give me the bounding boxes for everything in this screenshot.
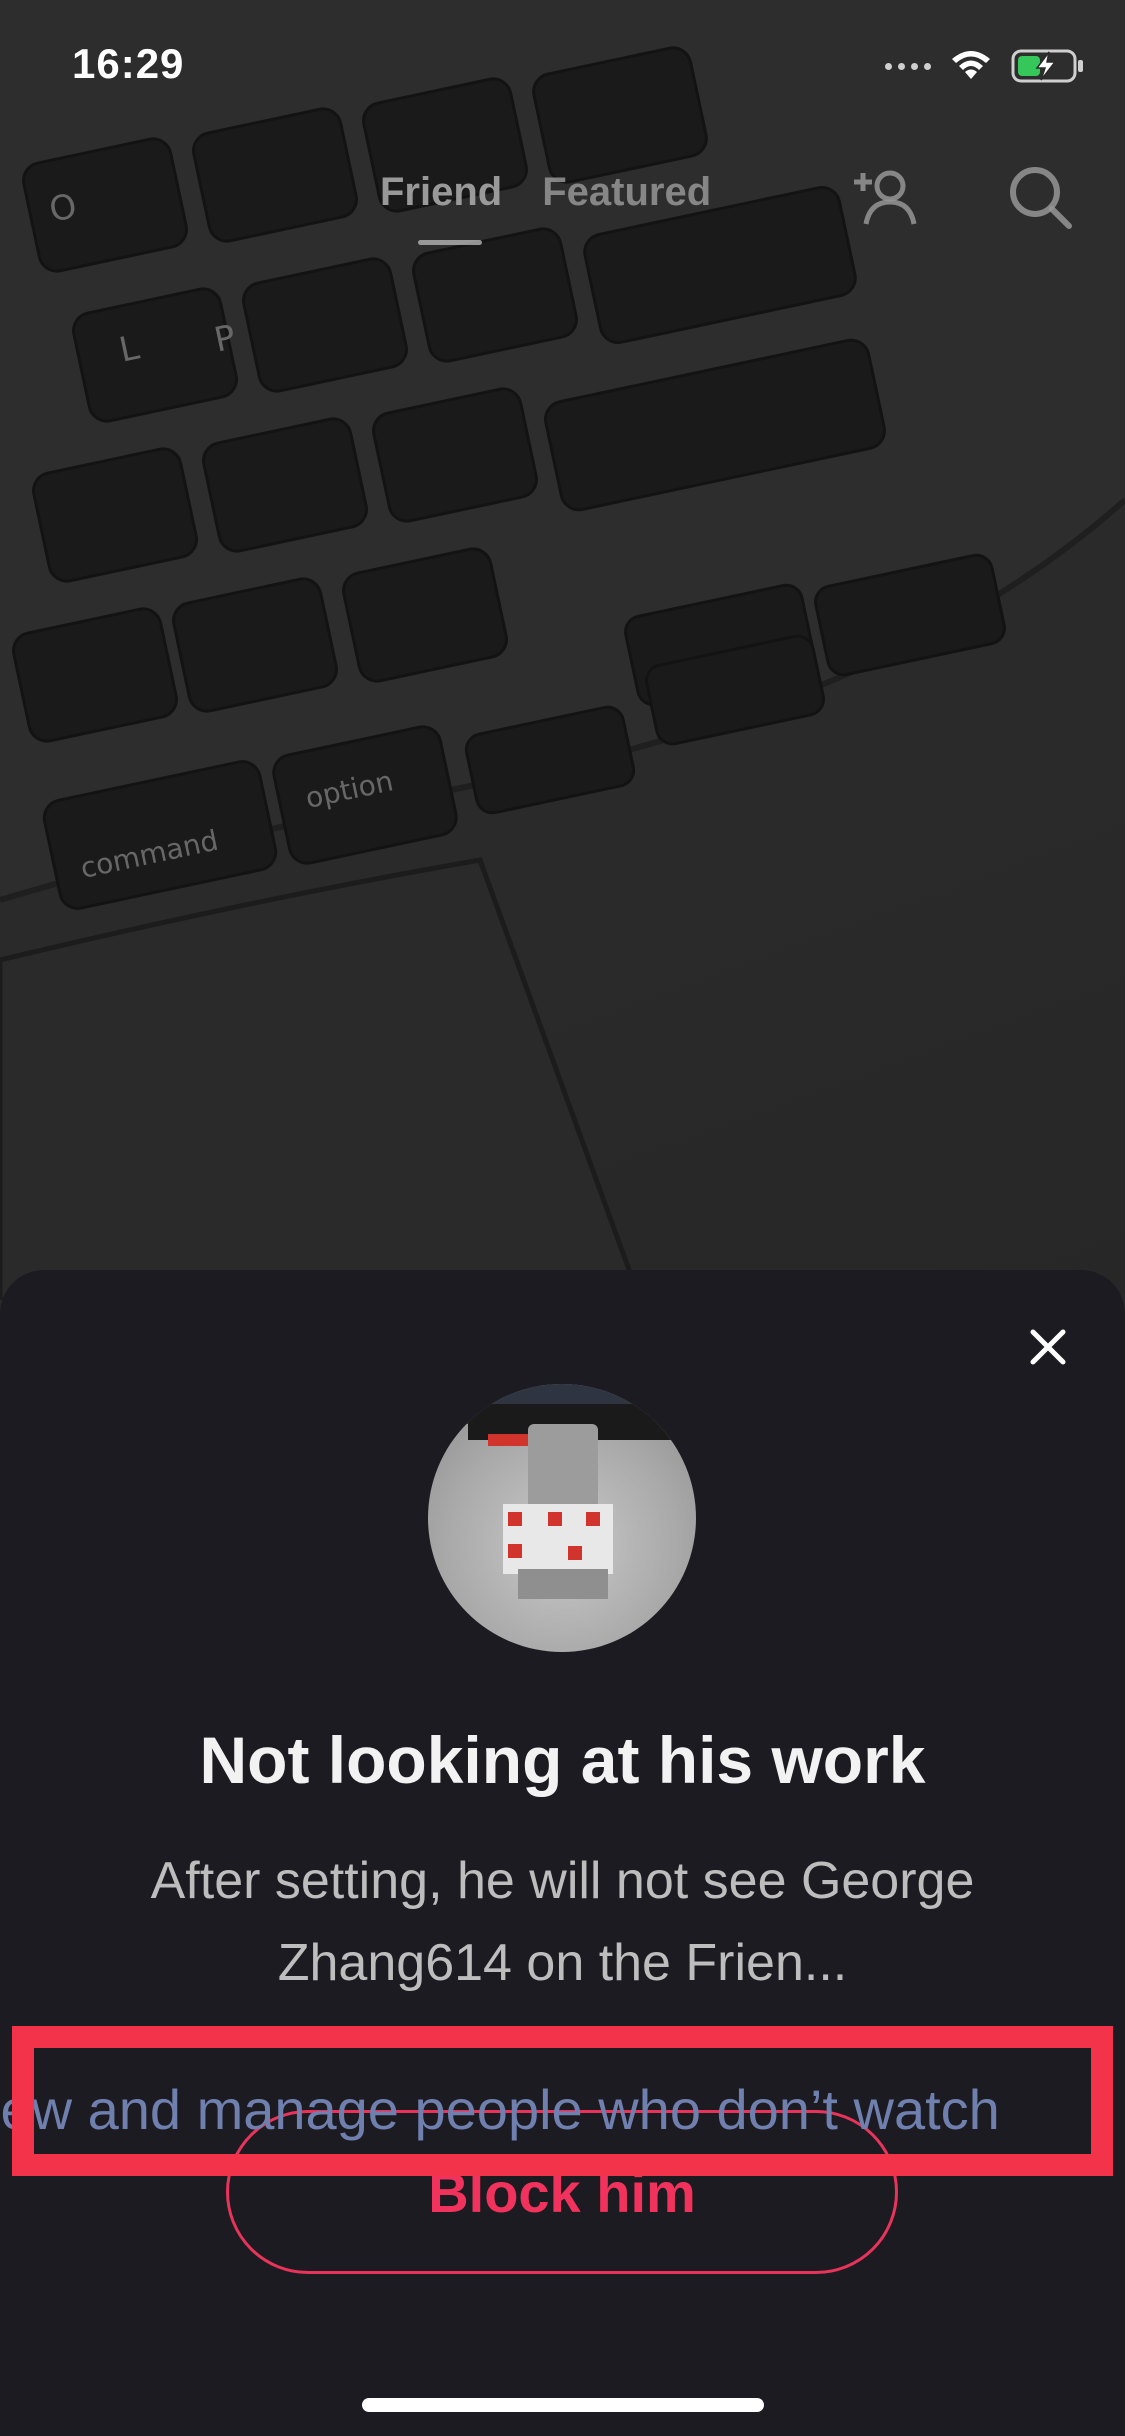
sheet-description: After setting, he will not see George Zh… (150, 1852, 975, 1992)
battery-charging-icon (1011, 49, 1083, 83)
add-person-icon[interactable] (850, 162, 920, 232)
sheet-title: Not looking at his work (199, 1723, 926, 1797)
tab-featured[interactable]: Featured (542, 170, 711, 215)
tab-friend[interactable]: Friend (380, 170, 503, 245)
avatar (428, 1384, 696, 1652)
wifi-icon (952, 51, 990, 79)
home-indicator (362, 2398, 764, 2412)
feed-tabs: Friend Featured (380, 170, 711, 245)
close-icon[interactable] (1023, 1322, 1073, 1372)
status-indicators (885, 48, 1085, 84)
manage-link-label: iew and manage people who don’t watch (0, 2078, 1000, 2141)
status-time: 16:29 (72, 40, 185, 87)
tab-featured-label: Featured (542, 170, 712, 214)
active-tab-indicator (418, 240, 482, 245)
block-user-sheet: Not looking at his work After setting, h… (0, 1270, 1125, 2436)
avatar-photo (428, 1384, 696, 1599)
screen: command option L P O 16:29 Friend Featur… (0, 0, 1125, 2436)
search-icon[interactable] (1005, 162, 1075, 232)
manage-hidden-users-link[interactable]: iew and manage people who don’t watch (0, 2060, 1125, 2160)
tab-friend-label: Friend (380, 170, 503, 214)
cellular-signal-icon (885, 62, 931, 70)
